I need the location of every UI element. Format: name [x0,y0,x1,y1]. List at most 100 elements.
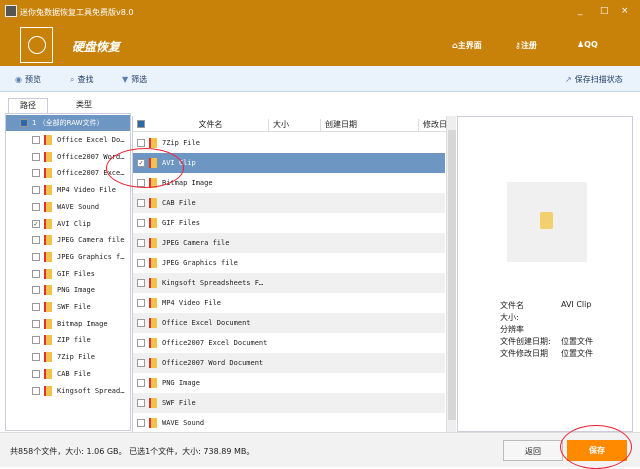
checkbox[interactable] [137,419,145,427]
checkbox[interactable] [32,319,40,328]
checkbox[interactable] [20,119,28,127]
checkbox[interactable] [137,259,145,267]
checkbox[interactable] [137,319,145,327]
checkbox[interactable] [32,336,40,345]
checkbox[interactable]: ✓ [137,159,145,167]
maximize-button[interactable]: □ [600,6,609,16]
back-button[interactable]: 返回 [503,440,563,461]
folder-tree: 1 （全部的RAW文件） Office Excel Do… Office2007 … [5,113,131,431]
folder-icon [44,302,52,312]
tree-item[interactable]: 7Zip File [32,349,95,365]
table-row[interactable]: MP4 Video File [133,293,445,313]
column-name[interactable]: 文件名 [149,119,269,132]
folder-icon [540,212,553,229]
title-bar: 迷你兔数据恢复工具免费版v8.0 _ □ × 硬盘恢复 ⌂主界面 ⚷注册 ♟QQ [0,0,640,66]
checkbox[interactable] [32,136,40,144]
tree-item[interactable]: Office Excel Do… [32,132,124,148]
table-row[interactable]: CAB File [133,193,445,213]
checkbox[interactable]: ✓ [32,219,40,228]
status-text: 共858个文件，大小: 1.06 GB。 已选1个文件，大小: 738.89 M… [10,447,255,456]
folder-icon [44,285,52,296]
tree-item[interactable]: JPEG Graphics f… [32,249,124,265]
hard-disk-logo-icon [20,27,53,63]
checkbox[interactable] [32,369,40,378]
column-modified[interactable]: 修改日 [419,119,446,132]
checkbox[interactable] [137,359,145,367]
checkbox[interactable] [137,239,145,247]
table-row[interactable]: SWF File [133,393,445,413]
home-link[interactable]: ⌂主界面 [452,40,482,51]
column-created[interactable]: 创建日期 [321,119,419,132]
preview-value: AVI Clip [561,300,592,309]
tab-type[interactable]: 类型 [64,98,104,113]
preview-label: 文件创建日期: [500,337,551,346]
table-row[interactable]: ✓ AVI Clip [133,153,445,173]
filter-button[interactable]: ▼ 筛选 [122,74,147,85]
tree-item[interactable]: JPEG Camera file [32,232,124,248]
tree-item[interactable]: ✓ AVI Clip [32,216,91,232]
qq-link[interactable]: ♟QQ [577,40,598,49]
tree-item[interactable]: MP4 Video File [32,182,116,198]
checkbox[interactable] [137,279,145,287]
checkbox[interactable] [32,252,40,261]
register-link[interactable]: ⚷注册 [515,40,537,51]
tree-item[interactable]: Office2007 Exce… [32,165,124,181]
tree-item[interactable]: Bitmap Image [32,316,108,332]
table-row[interactable]: JPEG Camera file [133,233,445,253]
checkbox[interactable] [32,269,40,278]
save-scan-state-button[interactable]: ↗ 保存扫描状态 [565,74,623,85]
checkbox[interactable] [137,139,145,147]
checkbox[interactable] [32,286,40,295]
table-row[interactable]: GIF Files [133,213,445,233]
tree-item[interactable]: Office2007 Word… [32,149,124,165]
table-row[interactable]: PNG Image [133,373,445,393]
search-button[interactable]: ⌕ 查找 [70,74,93,85]
tree-item[interactable]: SWF File [32,299,91,315]
tree-item[interactable]: WAVE Sound [32,199,99,215]
folder-icon [149,298,157,308]
checkbox[interactable] [137,339,145,347]
tree-item[interactable]: PNG Image [32,282,95,298]
preview-value: 位置文件 [561,349,593,358]
tab-path[interactable]: 路径 [8,98,48,113]
folder-icon [149,238,157,248]
table-row[interactable]: Office Excel Document [133,313,445,333]
scrollbar-thumb[interactable] [448,130,456,420]
column-size[interactable]: 大小 [269,119,321,132]
checkbox[interactable] [137,379,145,387]
close-button[interactable]: × [621,6,629,16]
checkbox[interactable] [32,169,40,178]
tree-item[interactable]: CAB File [32,366,91,382]
table-row[interactable]: WAVE Sound [133,413,445,432]
save-button[interactable]: 保存 [567,440,627,461]
table-row[interactable]: Kingsoft Spreadsheets F… [133,273,445,293]
folder-icon [44,185,52,196]
table-row[interactable]: Office2007 Word Document [133,353,445,373]
tree-root[interactable]: 1 （全部的RAW文件） [6,115,130,131]
checkbox[interactable] [32,386,40,395]
checkbox[interactable] [32,152,40,161]
checkbox[interactable] [32,186,40,195]
preview-button[interactable]: ◉ 预览 [15,74,41,85]
checkbox[interactable] [137,299,145,307]
checkbox[interactable] [32,202,40,211]
checkbox[interactable] [32,353,40,362]
checkbox[interactable] [32,303,40,311]
table-row[interactable]: Bitmap Image [133,173,445,193]
filter-icon: ▼ [122,75,129,84]
list-scrollbar[interactable] [446,116,456,432]
tree-item[interactable]: ZIP file [32,332,91,348]
tree-item[interactable]: GIF Files [32,266,95,282]
table-row[interactable]: 7Zip File [133,133,445,153]
checkbox[interactable] [137,199,145,207]
checkbox[interactable] [137,179,145,187]
select-all-checkbox[interactable] [137,120,145,128]
table-row[interactable]: Office2007 Excel Document [133,333,445,353]
minimize-button[interactable]: _ [578,6,583,16]
checkbox[interactable] [137,399,145,407]
folder-icon [44,151,52,162]
checkbox[interactable] [32,236,40,245]
tree-item[interactable]: Kingsoft Spread… [32,383,124,399]
checkbox[interactable] [137,219,145,227]
table-row[interactable]: JPEG Graphics file [133,253,445,273]
